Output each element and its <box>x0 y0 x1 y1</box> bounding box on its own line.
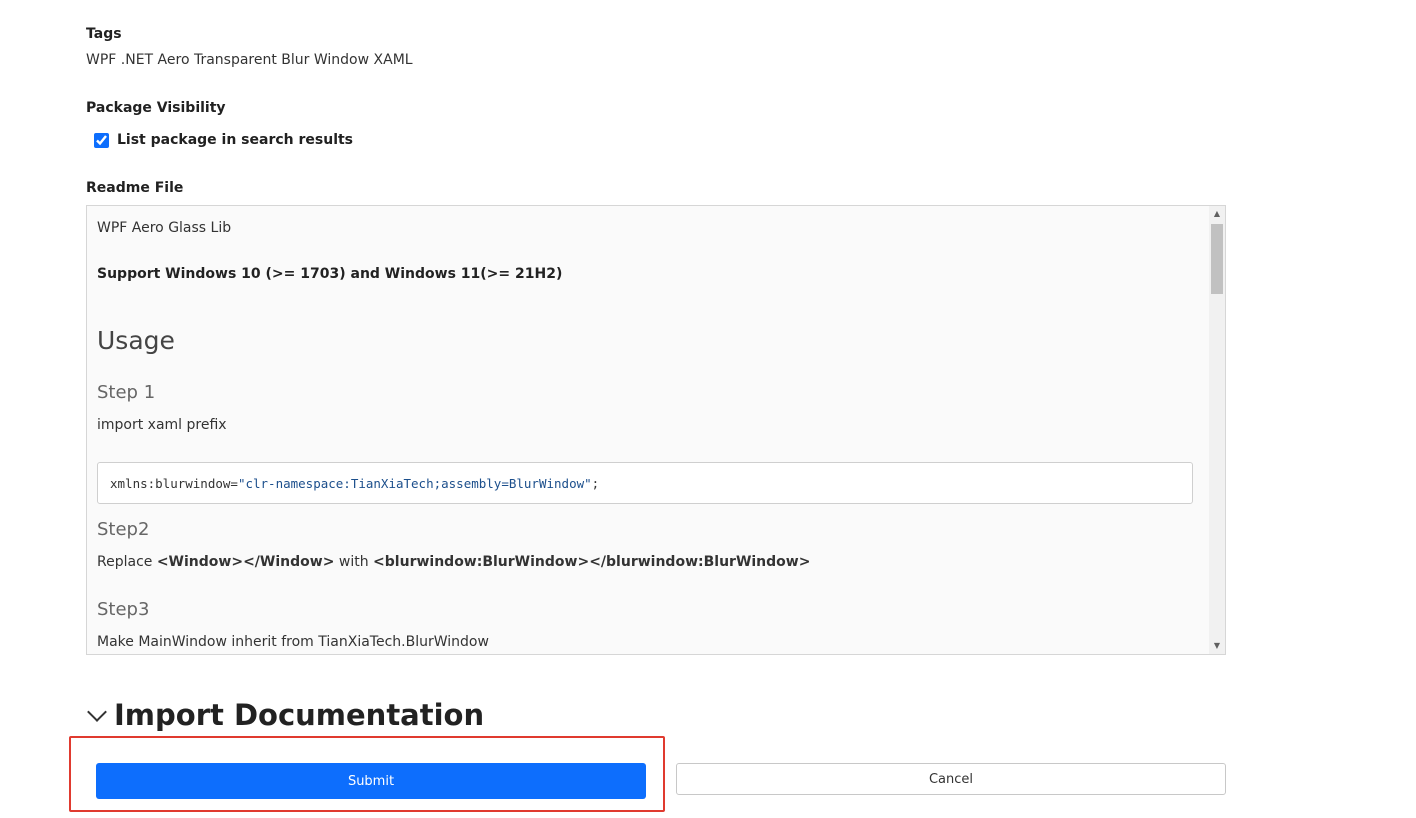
readme-support-line: Support Windows 10 (>= 1703) and Windows… <box>97 266 563 282</box>
tags-value: WPF .NET Aero Transparent Blur Window XA… <box>86 52 413 68</box>
readme-step3-text: Make MainWindow inherit from TianXiaTech… <box>97 634 489 650</box>
readme-step3-heading: Step3 <box>97 599 150 620</box>
code-string: "clr-namespace:TianXiaTech;assembly=Blur… <box>237 476 592 491</box>
scroll-up-arrow-icon[interactable]: ▲ <box>1209 206 1225 222</box>
readme-scrollbar[interactable]: ▲ ▼ <box>1209 206 1225 654</box>
tags-label: Tags <box>86 26 122 42</box>
step2-with: with <box>334 554 374 570</box>
readme-usage-heading: Usage <box>97 326 175 355</box>
page: Tags WPF .NET Aero Transparent Blur Wind… <box>0 0 1416 818</box>
readme-preview[interactable]: WPF Aero Glass Lib Support Windows 10 (>… <box>86 205 1226 655</box>
code-attribute: xmlns:blurwindow= <box>110 476 238 491</box>
import-documentation-title: Import Documentation <box>114 698 485 732</box>
list-in-search-option[interactable]: List package in search results <box>94 132 353 148</box>
step2-prefix: Replace <box>97 554 157 570</box>
readme-title-line: WPF Aero Glass Lib <box>97 220 232 236</box>
submit-button[interactable]: Submit <box>96 763 646 799</box>
step2-tag-blurwindow: <blurwindow:BlurWindow></blurwindow:Blur… <box>373 554 811 570</box>
readme-step1-heading: Step 1 <box>97 382 156 403</box>
readme-code-block: xmlns:blurwindow="clr-namespace:TianXiaT… <box>97 462 1193 504</box>
readme-step2-text: Replace <Window></Window> with <blurwind… <box>97 554 810 570</box>
chevron-down-icon[interactable] <box>87 702 107 722</box>
scroll-down-arrow-icon[interactable]: ▼ <box>1209 638 1225 654</box>
readme-step1-text: import xaml prefix <box>97 417 227 433</box>
step2-tag-window: <Window></Window> <box>156 554 335 570</box>
import-documentation-header[interactable]: Import Documentation <box>86 698 484 732</box>
readme-step2-heading: Step2 <box>97 519 150 540</box>
cancel-button[interactable]: Cancel <box>676 763 1226 795</box>
visibility-label: Package Visibility <box>86 100 226 116</box>
readme-label: Readme File <box>86 180 184 196</box>
list-in-search-label: List package in search results <box>117 132 354 148</box>
code-end: ; <box>591 476 600 491</box>
list-in-search-checkbox[interactable] <box>94 132 109 148</box>
scrollbar-thumb[interactable] <box>1211 224 1223 294</box>
